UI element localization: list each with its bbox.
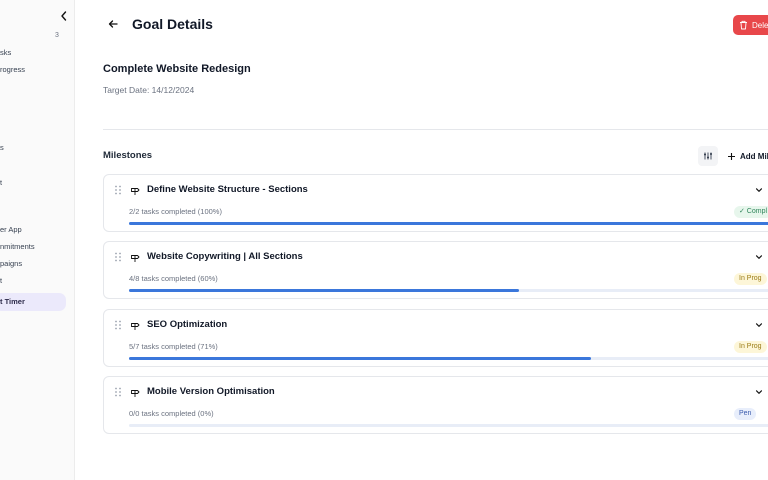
milestone-card[interactable]: Website Copywriting | All Sections 4/8 t… — [103, 241, 768, 299]
grip-icon[interactable] — [114, 252, 122, 262]
plus-icon — [728, 152, 735, 160]
goal-title: Complete Website Redesign — [103, 63, 251, 75]
milestones-heading: Milestones — [103, 150, 153, 161]
status-badge: ✓ Compl — [734, 206, 768, 218]
signpost-icon — [131, 188, 140, 195]
add-milestone-label: Add Mil — [740, 151, 768, 161]
milestone-title: Website Copywriting | All Sections — [147, 251, 303, 262]
grip-icon[interactable] — [114, 387, 122, 397]
sidebar-item-tasks[interactable]: sks — [0, 48, 11, 57]
sidebar-item-in-progress[interactable]: rogress — [0, 65, 25, 74]
sidebar-item-timer[interactable]: t Timer — [0, 293, 66, 311]
milestone-card[interactable]: Mobile Version Optimisation 0/0 tasks co… — [103, 376, 768, 434]
milestone-title: Define Website Structure - Sections — [147, 184, 308, 195]
milestone-title: SEO Optimization — [147, 319, 228, 330]
progress-fill — [129, 222, 768, 225]
progress-fill — [129, 357, 591, 360]
progress-track — [129, 424, 768, 427]
trash-icon — [740, 20, 747, 30]
status-badge: In Prog — [734, 273, 767, 285]
milestone-progress-text: 5/7 tasks completed (71%) — [129, 342, 218, 351]
milestone-card[interactable]: SEO Optimization 5/7 tasks completed (71… — [103, 309, 768, 367]
main-content: Goal Details Dele Complete Website Redes… — [75, 0, 768, 480]
add-milestone-button[interactable]: Add Mil — [727, 146, 768, 166]
sidebar-item-campaigns[interactable]: paigns — [0, 259, 22, 268]
chevron-left-icon[interactable] — [58, 9, 70, 23]
chevron-down-icon[interactable] — [754, 252, 764, 262]
sidebar-item-app[interactable]: er App — [0, 225, 22, 234]
delete-button-label: Dele — [752, 20, 768, 30]
milestone-progress-text: 4/8 tasks completed (60%) — [129, 274, 218, 283]
grip-icon[interactable] — [114, 185, 122, 195]
sidebar: 3 sks rogress s t er App nmitments paign… — [0, 0, 75, 480]
milestone-progress-text: 2/2 tasks completed (100%) — [129, 207, 222, 216]
divider — [103, 129, 768, 130]
status-badge: Pen — [734, 408, 757, 420]
sidebar-item-t-2[interactable]: t — [0, 276, 2, 285]
progress-fill — [129, 289, 519, 292]
sidebar-count-badge: 3 — [55, 32, 59, 39]
status-badge: In Prog — [734, 341, 767, 353]
sidebar-item-t[interactable]: t — [0, 178, 2, 187]
signpost-icon — [131, 255, 140, 262]
progress-track — [129, 222, 768, 225]
sidebar-item-s[interactable]: s — [0, 143, 4, 152]
progress-track — [129, 357, 768, 360]
milestone-card[interactable]: Define Website Structure - Sections 2/2 … — [103, 174, 768, 232]
milestone-progress-text: 0/0 tasks completed (0%) — [129, 409, 214, 418]
grip-icon[interactable] — [114, 320, 122, 330]
chevron-down-icon[interactable] — [754, 387, 764, 397]
page-title: Goal Details — [132, 16, 213, 32]
sliders-icon — [704, 152, 712, 160]
filter-button[interactable] — [698, 146, 718, 166]
sidebar-item-commitments[interactable]: nmitments — [0, 242, 35, 251]
chevron-down-icon[interactable] — [754, 185, 764, 195]
target-date: Target Date: 14/12/2024 — [103, 85, 195, 95]
milestone-title: Mobile Version Optimisation — [147, 386, 275, 397]
signpost-icon — [131, 323, 140, 330]
signpost-icon — [131, 390, 140, 397]
delete-button[interactable]: Dele — [733, 15, 768, 35]
progress-track — [129, 289, 768, 292]
arrow-left-icon[interactable] — [106, 17, 120, 31]
chevron-down-icon[interactable] — [754, 320, 764, 330]
